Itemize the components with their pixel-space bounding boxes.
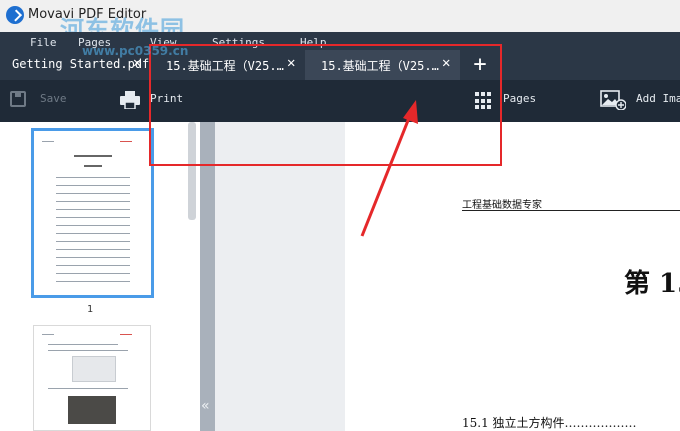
add-image-icon (600, 90, 626, 110)
page-header-text: 工程基础数据专家 (462, 200, 542, 211)
thumb-text-line (56, 257, 130, 258)
thumb-text-line (48, 344, 118, 345)
thumb-text-line (56, 225, 130, 226)
thumb-text-line (56, 265, 130, 266)
page-thumbnail[interactable] (31, 128, 154, 298)
thumb-text-line (56, 273, 130, 274)
printer-icon (120, 91, 140, 109)
thumb-text-line (56, 193, 130, 194)
thumb-figure (72, 356, 116, 382)
thumb-text-line (56, 177, 130, 178)
annotation-highlight-box (149, 44, 502, 166)
page-number: 1 (87, 304, 94, 315)
thumb-text-line (56, 185, 130, 186)
pages-button[interactable]: Pages (503, 92, 536, 105)
watermark-url: www.pc0359.cn (82, 44, 189, 58)
thumb-text-line (84, 165, 102, 167)
page-header-rule (462, 210, 680, 211)
thumb-text-line (74, 155, 112, 157)
chapter-title: 第 15 (624, 269, 680, 299)
thumb-text-line (56, 249, 130, 250)
thumb-photo (68, 396, 116, 424)
thumb-text-line (56, 217, 130, 218)
save-button[interactable]: Save (40, 92, 67, 105)
thumb-text-line (56, 281, 130, 282)
thumb-logo-mark (120, 334, 132, 335)
toc-entry: 15.1 独立土方构件……………… (462, 416, 637, 430)
thumb-logo-mark (120, 141, 132, 142)
save-icon (10, 91, 26, 107)
thumb-text-line (48, 350, 128, 351)
collapse-panel-icon[interactable]: « (201, 398, 210, 414)
thumb-text-line (56, 233, 130, 234)
document-background (215, 122, 345, 431)
add-image-button[interactable]: Add Ima (636, 92, 680, 105)
thumb-text-line (42, 141, 54, 142)
menu-file[interactable]: File (30, 36, 57, 49)
thumb-text-line (42, 334, 54, 335)
app-logo-icon (6, 6, 24, 24)
thumb-text-line (56, 201, 130, 202)
thumb-text-line (56, 209, 130, 210)
tab-label: Getting Started.pdf (12, 57, 150, 71)
thumb-text-line (48, 388, 128, 389)
panel-divider[interactable] (200, 122, 215, 431)
page-thumbnail[interactable] (33, 325, 151, 431)
thumb-text-line (56, 241, 130, 242)
